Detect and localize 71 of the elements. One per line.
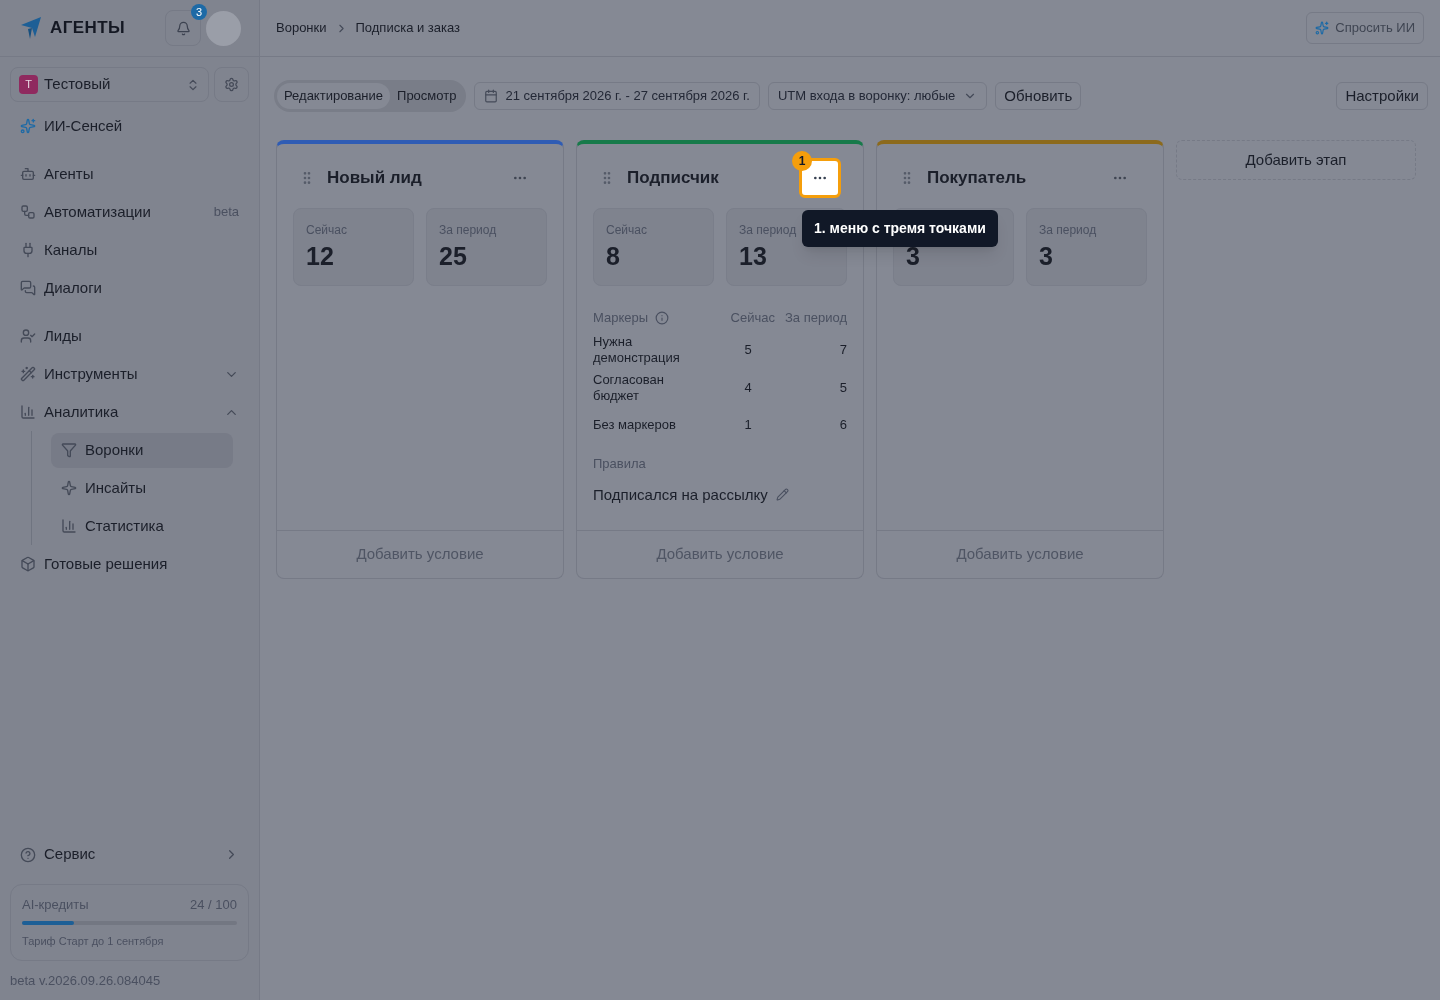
- column-heading: Сейчас: [729, 309, 775, 328]
- tour-step-tooltip: 1: [792, 151, 812, 171]
- tour-tooltip: 1. меню с тремя точками: [802, 210, 998, 247]
- table-cell-text: 6: [838, 416, 847, 435]
- cube-icon: [20, 556, 36, 572]
- mode-tab[interactable]: Просмотр: [390, 83, 464, 109]
- sidebar-subitem[interactable]: Воронки: [51, 432, 233, 468]
- utm-filter-dropdown[interactable]: UTM входа в воронку: любые: [767, 82, 988, 110]
- robot-icon: [20, 166, 36, 182]
- table-cell-text: 7: [838, 341, 847, 360]
- breadcrumb-current: Подписка и заказ: [355, 19, 461, 38]
- settings-text-button[interactable]: Настройки: [1336, 82, 1428, 110]
- calendar-icon: [484, 89, 499, 103]
- info-icon[interactable]: [655, 311, 670, 325]
- bell-icon: [175, 20, 191, 36]
- avatar[interactable]: [206, 10, 241, 46]
- magic-wand-icon: [20, 366, 36, 382]
- sparkle-icon: [61, 480, 77, 496]
- rule-text: Подписался на рассылку: [593, 484, 768, 505]
- bar-chart-icon: [61, 518, 77, 534]
- sidebar-item[interactable]: Инструменты: [12, 355, 247, 393]
- workspace-initial: Т: [19, 75, 38, 94]
- chat-bubbles-icon: [20, 280, 36, 296]
- column-heading: За период: [784, 309, 847, 328]
- sidebar-item[interactable]: ИИ-Сенсей: [12, 107, 247, 145]
- help-icon: [20, 846, 36, 863]
- sparkles-icon: [20, 118, 36, 134]
- table-cell-text: 5: [838, 379, 847, 398]
- plug-icon: [20, 242, 36, 258]
- refresh-button[interactable]: Обновить: [995, 82, 1082, 110]
- sidebar-item[interactable]: Аналитика: [12, 393, 247, 431]
- table-cell-text: 1: [743, 416, 753, 435]
- nodes-icon: [20, 204, 36, 220]
- breadcrumb-link[interactable]: Воронки: [276, 18, 327, 38]
- pencil-icon[interactable]: [775, 488, 789, 502]
- sidebar-item[interactable]: Лиды: [12, 317, 247, 355]
- table-cell-text: 4: [743, 379, 753, 398]
- sidebar-item[interactable]: Диалоги: [12, 269, 247, 307]
- sidebar-item[interactable]: Агенты: [12, 155, 247, 193]
- markers-heading: Маркеры: [593, 309, 649, 328]
- settings-icon: [224, 77, 239, 92]
- ask-ai-button[interactable]: Спросить ИИ: [1306, 12, 1424, 44]
- funnel-icon: [61, 442, 77, 458]
- sidebar-subitem[interactable]: Инсайты: [51, 470, 233, 506]
- stage-title: Подписчик: [627, 167, 720, 190]
- bar-chart-icon: [20, 404, 36, 420]
- stat-value: 8: [606, 241, 621, 272]
- service-item[interactable]: Сервис: [12, 835, 247, 874]
- notification-badge: 3: [191, 4, 207, 20]
- stat-value: 13: [739, 241, 768, 272]
- add-stage-button[interactable]: Добавить этап: [1176, 140, 1416, 180]
- stage-title: Новый лид: [327, 167, 423, 190]
- date-range-picker[interactable]: 21 сентября 2026 г. - 27 сентября 2026 г.: [474, 82, 760, 110]
- sidebar-item[interactable]: Готовые решения: [12, 545, 247, 583]
- marker-name: Согласован бюджет: [593, 372, 665, 404]
- stat-value: 3: [1039, 241, 1054, 272]
- stage-title: Покупатель: [927, 167, 1028, 190]
- sparkles-icon: [1315, 21, 1330, 35]
- settings-button[interactable]: [214, 67, 249, 102]
- rules-heading: Правила: [593, 455, 647, 473]
- stat-value: 12: [306, 241, 335, 272]
- sidebar-item[interactable]: Каналы: [12, 231, 247, 269]
- marker-name: Нужна демонстрация: [593, 334, 681, 366]
- marker-name: Без маркеров: [593, 417, 677, 433]
- mode-tab[interactable]: Редактирование: [277, 83, 391, 109]
- stat-value: 25: [439, 241, 468, 272]
- table-cell-text: 5: [743, 341, 753, 360]
- workspace-selector[interactable]: Т Тестовый: [10, 67, 209, 102]
- sidebar-subitem[interactable]: Статистика: [51, 508, 233, 544]
- user-check-icon: [20, 328, 36, 344]
- logo-text: АГЕНТЫ: [50, 17, 127, 40]
